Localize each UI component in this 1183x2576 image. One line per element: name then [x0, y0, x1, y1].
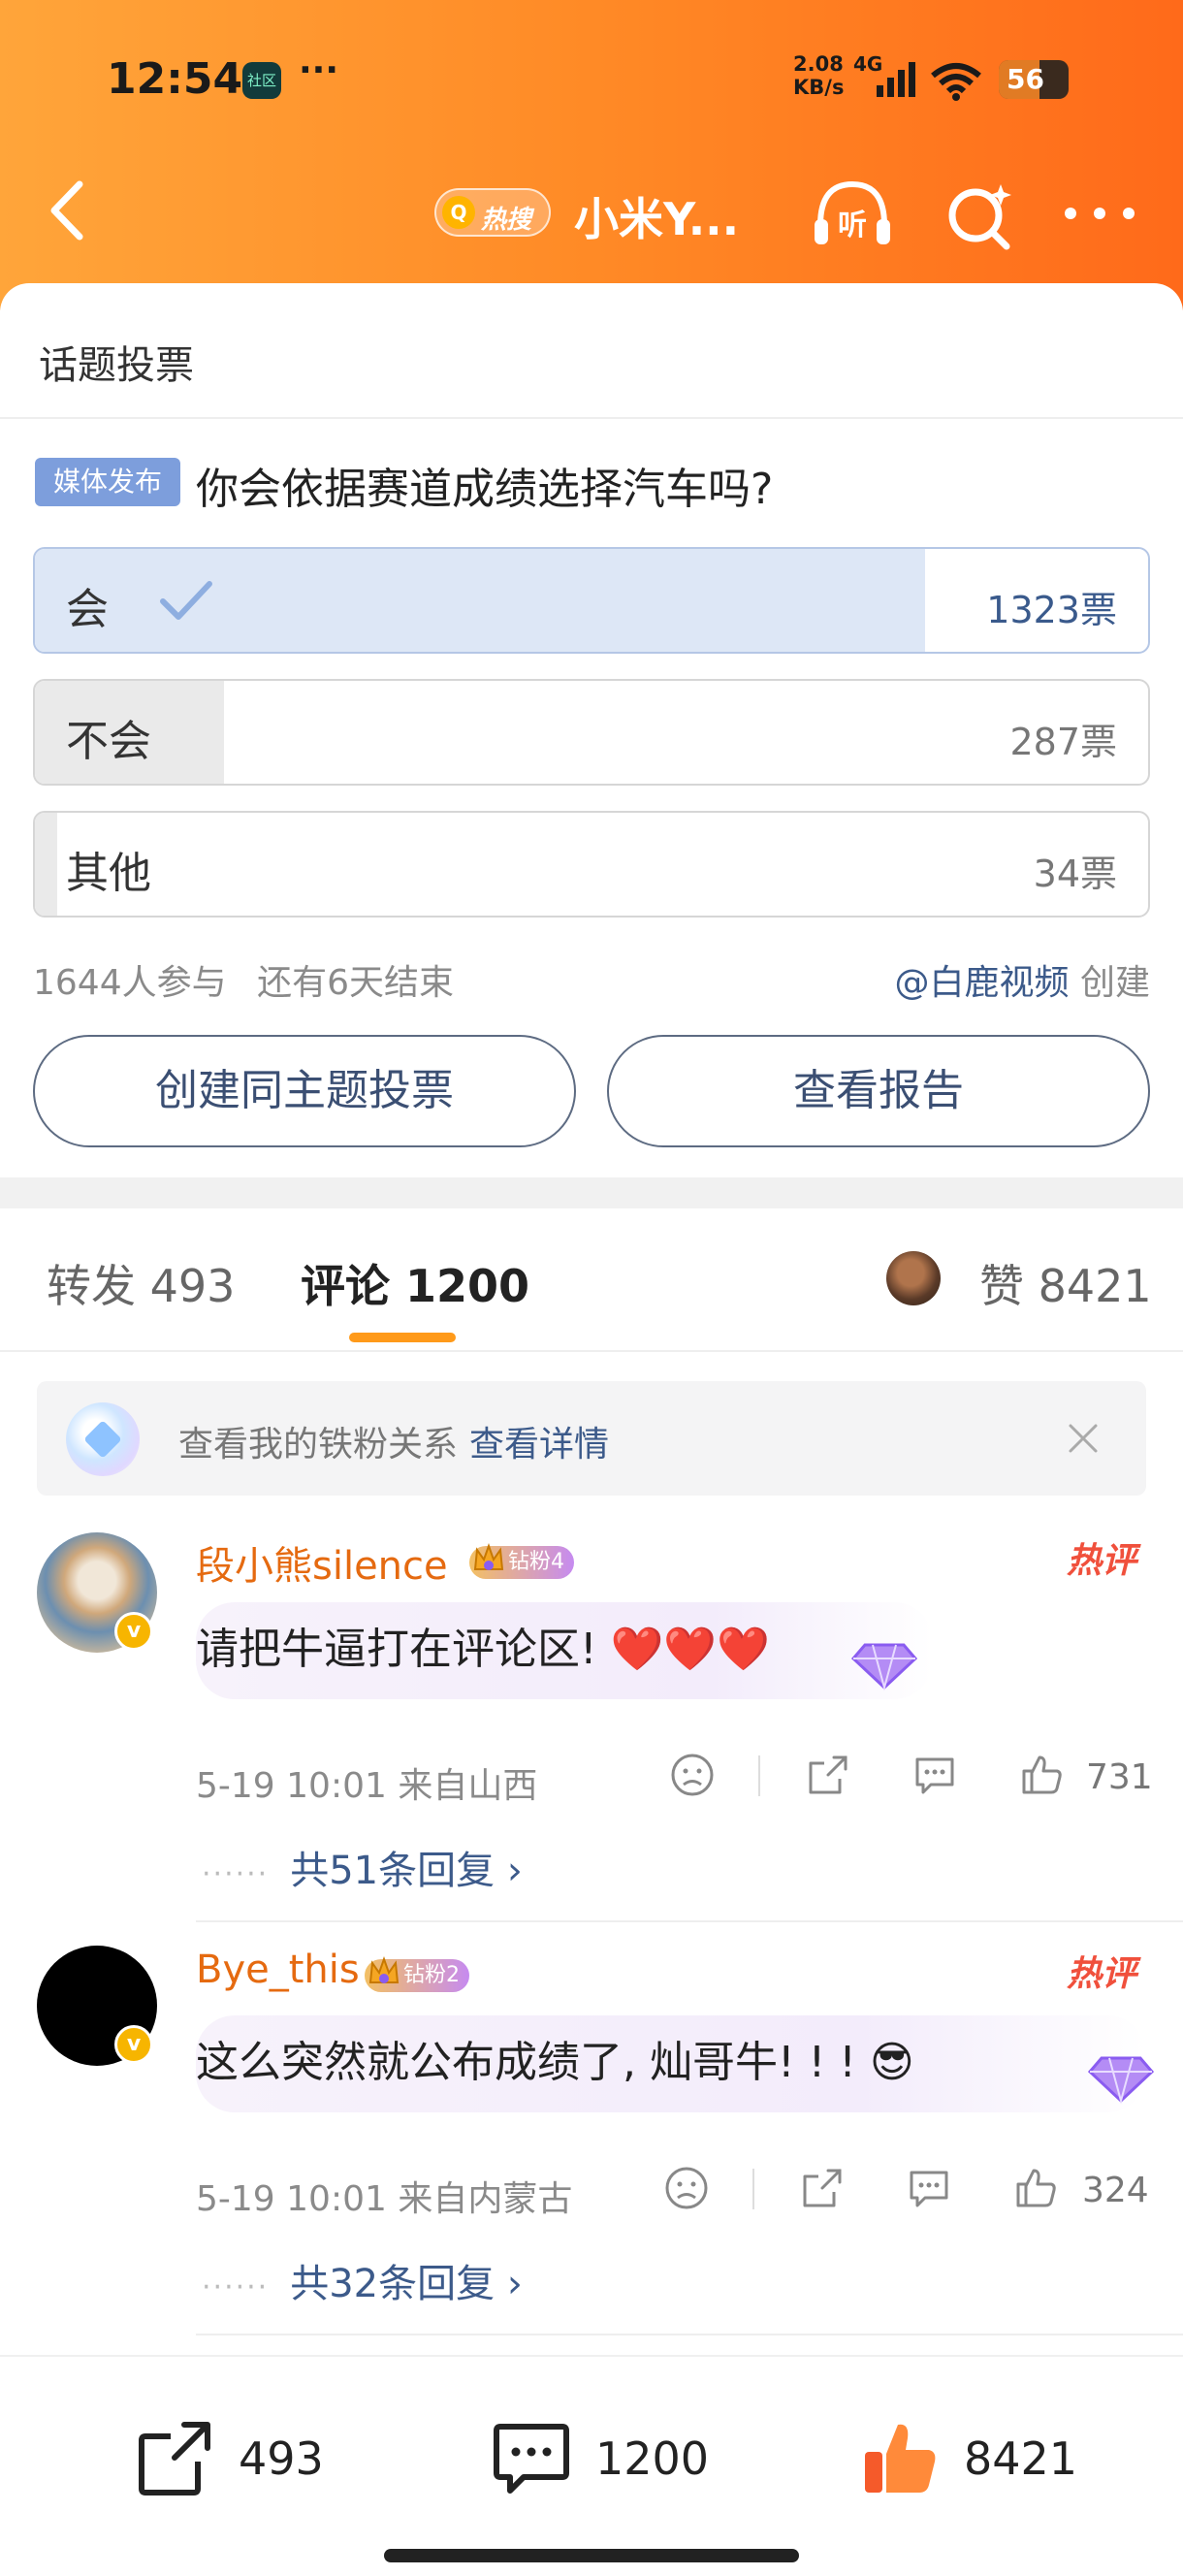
vote-meta: 1644人参与 还有6天结束: [33, 954, 454, 1005]
dislike-icon[interactable]: [669, 1752, 716, 1798]
bottom-action-bar: 493 1200 8421: [0, 2355, 1183, 2576]
crown-icon: [368, 1956, 400, 1983]
check-icon: [160, 581, 212, 620]
status-more-dots: ···: [299, 50, 339, 90]
divider: [0, 417, 1183, 419]
battery-indicator: 56: [999, 60, 1069, 99]
comment-username[interactable]: Bye_this: [196, 1948, 360, 1992]
wifi-icon: [931, 63, 981, 101]
comment-item: v 段小熊silence 钻粉4 热评 请把牛逼打在评论区! ❤️❤️❤️ 5-…: [0, 1532, 1183, 1940]
like-icon[interactable]: [1018, 1752, 1065, 1798]
dislike-icon[interactable]: [663, 2165, 710, 2211]
search-icon: Q: [442, 196, 475, 229]
like-icon[interactable]: [1012, 2165, 1059, 2211]
tab-repost[interactable]: 转发 493: [47, 1251, 235, 1315]
comment-icon[interactable]: [906, 2165, 952, 2211]
view-details-link[interactable]: 查看详情: [469, 1425, 609, 1465]
share-icon[interactable]: [799, 2165, 846, 2211]
topic-title[interactable]: 小米Y...: [574, 184, 739, 248]
like-count: 731: [1086, 1757, 1153, 1797]
share-icon[interactable]: [805, 1752, 851, 1798]
remaining-time: 还有6天结束: [257, 963, 454, 1003]
view-report-button[interactable]: 查看报告: [607, 1035, 1150, 1147]
header-background: 12:54 社区 ··· 2.08 KB/s 4G 56 Q 热搜 小米Y...: [0, 0, 1183, 310]
tab-likes[interactable]: 赞 8421: [979, 1251, 1152, 1315]
vote-card: 话题投票 媒体发布 你会依据赛道成绩选择汽车吗? 会 1323票 不会 287票…: [0, 283, 1183, 1175]
svg-text:听: 听: [838, 209, 867, 242]
comment-text: 请把牛逼打在评论区! ❤️❤️❤️: [196, 1625, 770, 1674]
close-icon[interactable]: [1059, 1414, 1107, 1463]
fan-level-badge: 钻粉4: [469, 1543, 574, 1579]
create-vote-button[interactable]: 创建同主题投票: [33, 1035, 576, 1147]
divider: [196, 1920, 1183, 1922]
verified-badge-icon: v: [114, 2025, 153, 2064]
network-speed: 2.08 KB/s: [793, 52, 845, 99]
comment-time-location: 5-19 10:01 来自山西: [196, 1766, 538, 1806]
vote-option-no[interactable]: 不会 287票: [33, 679, 1150, 786]
hot-search-badge[interactable]: Q 热搜: [434, 188, 551, 237]
participants: 1644人参与: [33, 963, 227, 1003]
vote-question: 你会依据赛道成绩选择汽车吗?: [196, 465, 774, 514]
status-time: 12:54: [107, 54, 243, 104]
divider: [196, 2334, 1183, 2335]
signal-icon: [877, 62, 915, 97]
comment-username[interactable]: 段小熊silence: [196, 1534, 448, 1591]
vote-creator: @白鹿视频 创建: [894, 963, 1150, 1003]
replies-link[interactable]: ······ 共51条回复 ›: [202, 1839, 523, 1895]
media-tag: 媒体发布: [35, 458, 180, 506]
like-count: 324: [1082, 2171, 1149, 2210]
interaction-tabs: 转发 493 评论 1200 赞 8421: [0, 1208, 1183, 1352]
separator: [758, 1755, 760, 1796]
replies-link[interactable]: ······ 共32条回复 ›: [202, 2252, 523, 2308]
fans-banner: 查看我的铁粉关系 查看详情: [37, 1381, 1146, 1496]
fans-banner-text: 查看我的铁粉关系: [178, 1425, 459, 1465]
vote-header: 话题投票: [39, 343, 194, 388]
creator-link[interactable]: @白鹿视频: [895, 963, 1070, 1003]
comment-icon: [494, 2424, 569, 2494]
active-tab-indicator: [349, 1333, 456, 1342]
search-ai-icon[interactable]: [941, 177, 1018, 254]
more-icon[interactable]: [1057, 194, 1144, 233]
tab-comments[interactable]: 评论 1200: [301, 1251, 529, 1315]
verified-badge-icon: v: [114, 1612, 153, 1651]
like-icon: [865, 2424, 936, 2493]
comment-text: 这么突然就公布成绩了, 灿哥牛! ! ! 😎: [196, 2038, 914, 2087]
vote-option-other[interactable]: 其他 34票: [33, 811, 1150, 918]
avatar[interactable]: [886, 1251, 941, 1305]
gem-icon: [850, 1643, 918, 1691]
top-nav: Q 热搜 小米Y... 听: [0, 165, 1183, 262]
app-notification-icon: 社区: [242, 62, 281, 99]
fan-level-badge: 钻粉2: [365, 1956, 469, 1992]
comment-item: v Bye_this 钻粉2 热评 这么突然就公布成绩了, 灿哥牛! ! ! 😎…: [0, 1946, 1183, 2353]
diamond-icon: [66, 1402, 140, 1476]
gem-icon: [1087, 2056, 1155, 2105]
home-indicator[interactable]: [384, 2549, 799, 2562]
section-gap: [0, 1177, 1183, 1208]
separator: [752, 2169, 754, 2209]
status-bar: 12:54 社区 ··· 2.08 KB/s 4G 56: [0, 47, 1183, 114]
listen-icon[interactable]: 听: [809, 177, 896, 254]
hot-comment-tag: 热评: [1066, 1954, 1136, 1994]
hot-comment-tag: 热评: [1066, 1541, 1136, 1581]
vote-option-yes[interactable]: 会 1323票: [33, 547, 1150, 654]
comment-time-location: 5-19 10:01 来自内蒙古: [196, 2179, 573, 2219]
repost-icon: [139, 2422, 210, 2496]
crown-icon: [473, 1543, 504, 1570]
comment-icon[interactable]: [911, 1752, 958, 1798]
vote-option-fill: [35, 813, 57, 916]
back-icon[interactable]: [39, 177, 97, 244]
